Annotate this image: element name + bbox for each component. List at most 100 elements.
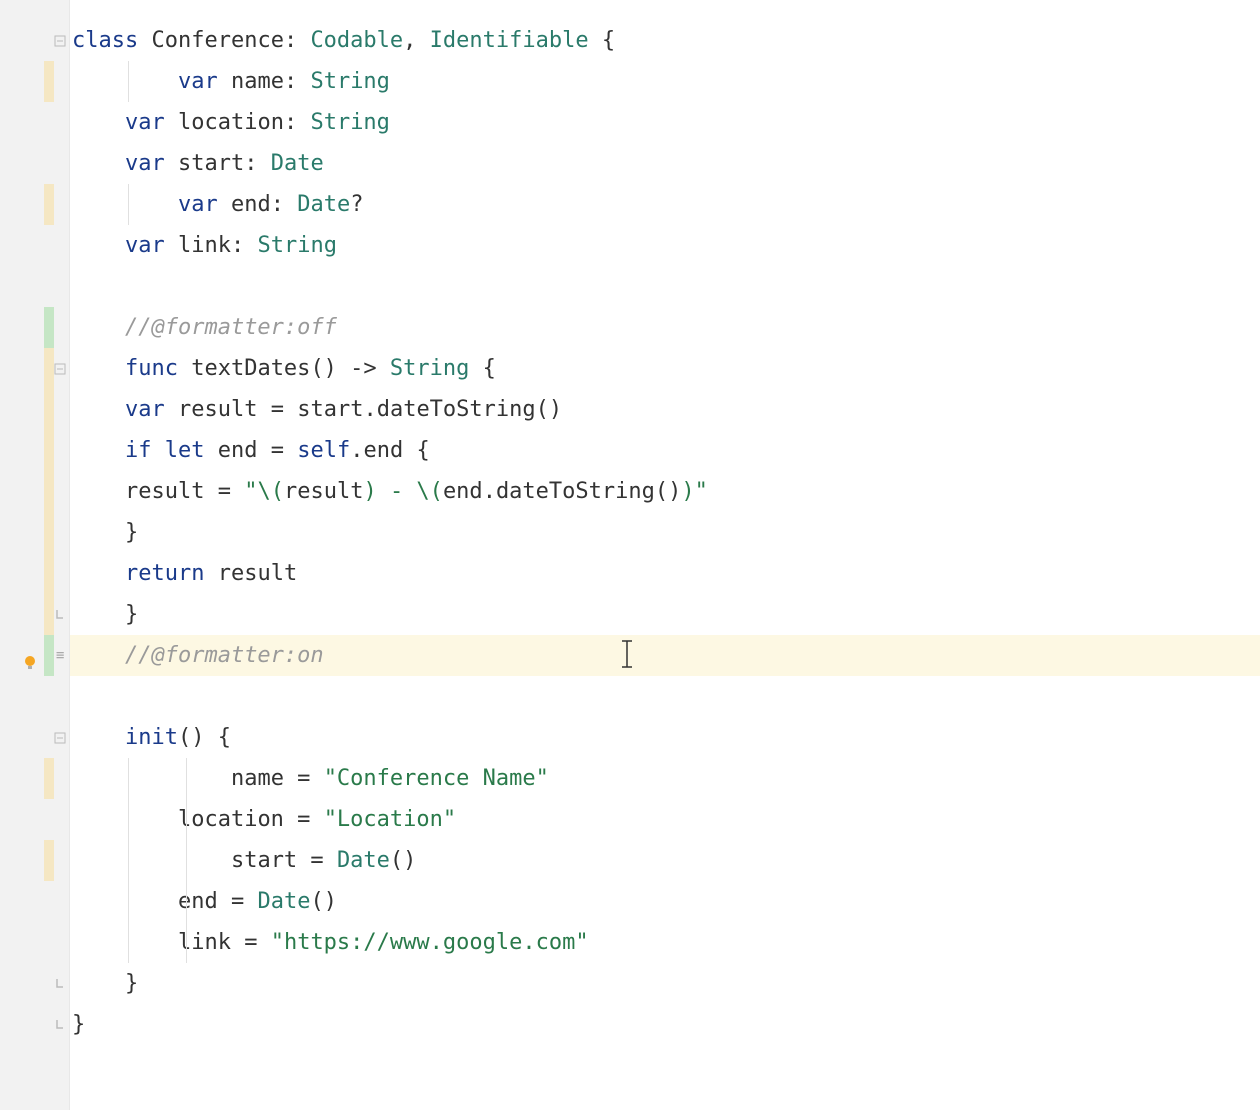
code-line[interactable]: location = "Location" — [70, 799, 1260, 840]
change-marker-green[interactable] — [44, 307, 54, 348]
token-kw: var — [178, 192, 218, 217]
intention-marker-icon: ≡ — [56, 635, 64, 676]
code-line[interactable]: } — [70, 1004, 1260, 1045]
fold-collapse-icon[interactable] — [53, 34, 67, 48]
gutter-line[interactable] — [0, 758, 69, 799]
token-func: dateToString — [377, 397, 536, 422]
gutter-line[interactable] — [0, 20, 69, 61]
token-punct: = — [257, 397, 297, 422]
gutter-line[interactable] — [0, 61, 69, 102]
lightbulb-icon[interactable] — [20, 646, 40, 666]
code-line[interactable]: return result — [70, 553, 1260, 594]
token-type: Codable — [310, 28, 403, 53]
code-line[interactable]: } — [70, 963, 1260, 1004]
token-punct: . — [350, 438, 363, 463]
gutter-line[interactable] — [0, 553, 69, 594]
code-line[interactable] — [70, 676, 1260, 717]
token-ident: name — [231, 69, 284, 94]
change-marker-yellow[interactable] — [44, 512, 54, 553]
fold-expand-icon[interactable] — [53, 977, 67, 991]
token-kw: return — [125, 561, 204, 586]
gutter-line[interactable] — [0, 430, 69, 471]
change-marker-yellow[interactable] — [44, 553, 54, 594]
code-line[interactable]: init() { — [70, 717, 1260, 758]
gutter-line[interactable] — [0, 225, 69, 266]
code-editor[interactable]: class Conference: Codable, Identifiable … — [70, 0, 1260, 1110]
token-type: Date — [337, 848, 390, 873]
gutter-line[interactable] — [0, 266, 69, 307]
code-line[interactable]: ≡ //@formatter:on — [70, 635, 1260, 676]
fold-collapse-icon[interactable] — [53, 731, 67, 745]
token-ident: result — [178, 397, 257, 422]
gutter-line[interactable] — [0, 963, 69, 1004]
token-punct: = — [204, 479, 244, 504]
editor-gutter[interactable] — [0, 0, 70, 1110]
code-line[interactable]: var name: String — [70, 61, 1260, 102]
token-ident: end — [363, 438, 403, 463]
change-marker-yellow[interactable] — [44, 389, 54, 430]
token-punct: { — [589, 28, 616, 53]
code-line[interactable]: if let end = self.end { — [70, 430, 1260, 471]
token-punct: : — [284, 28, 311, 53]
code-line-content: var link: String — [70, 233, 337, 258]
token-punct: = — [284, 807, 324, 832]
change-marker-green[interactable] — [44, 635, 54, 676]
code-line[interactable]: } — [70, 594, 1260, 635]
code-line[interactable]: func textDates() -> String { — [70, 348, 1260, 389]
token-ident: start — [297, 397, 363, 422]
token-punct — [165, 151, 178, 176]
code-line[interactable]: end = Date() — [70, 881, 1260, 922]
code-line[interactable]: link = "https://www.google.com" — [70, 922, 1260, 963]
indent-guide — [186, 881, 187, 922]
change-marker-yellow[interactable] — [44, 840, 54, 881]
gutter-line[interactable] — [0, 799, 69, 840]
code-line[interactable]: class Conference: Codable, Identifiable … — [70, 20, 1260, 61]
token-ident: result — [218, 561, 297, 586]
gutter-line[interactable] — [0, 840, 69, 881]
fold-expand-icon[interactable] — [53, 1018, 67, 1032]
code-line[interactable]: var end: Date? — [70, 184, 1260, 225]
code-line[interactable]: name = "Conference Name" — [70, 758, 1260, 799]
token-punct: () { — [178, 725, 231, 750]
change-marker-yellow[interactable] — [44, 430, 54, 471]
code-line[interactable] — [70, 266, 1260, 307]
gutter-line[interactable] — [0, 676, 69, 717]
change-marker-yellow[interactable] — [44, 758, 54, 799]
token-ident: end — [443, 479, 483, 504]
code-line[interactable]: start = Date() — [70, 840, 1260, 881]
gutter-line[interactable] — [0, 594, 69, 635]
gutter-line[interactable] — [0, 102, 69, 143]
token-str: "https://www.google.com" — [271, 930, 589, 955]
code-line-content: end = Date() — [70, 889, 337, 914]
code-line[interactable]: //@formatter:off — [70, 307, 1260, 348]
fold-expand-icon[interactable] — [53, 608, 67, 622]
token-ident: link — [178, 233, 231, 258]
change-marker-yellow[interactable] — [44, 184, 54, 225]
change-marker-yellow[interactable] — [44, 471, 54, 512]
code-line[interactable]: var start: Date — [70, 143, 1260, 184]
token-type: Identifiable — [430, 28, 589, 53]
fold-collapse-icon[interactable] — [53, 362, 67, 376]
change-marker-yellow[interactable] — [44, 61, 54, 102]
gutter-line[interactable] — [0, 143, 69, 184]
code-line-content: //@formatter:on — [70, 643, 324, 668]
gutter-line[interactable] — [0, 881, 69, 922]
code-line[interactable]: var location: String — [70, 102, 1260, 143]
code-line[interactable]: var link: String — [70, 225, 1260, 266]
gutter-line[interactable] — [0, 389, 69, 430]
token-kw: class — [72, 28, 138, 53]
code-line-content: var location: String — [70, 110, 390, 135]
gutter-line[interactable] — [0, 307, 69, 348]
token-type: Date — [271, 151, 324, 176]
indent-guide — [128, 61, 129, 102]
gutter-line[interactable] — [0, 1004, 69, 1045]
gutter-line[interactable] — [0, 184, 69, 225]
code-line[interactable]: result = "\(result) - \(end.dateToString… — [70, 471, 1260, 512]
code-line[interactable]: var result = start.dateToString() — [70, 389, 1260, 430]
code-line[interactable]: } — [70, 512, 1260, 553]
gutter-line[interactable] — [0, 922, 69, 963]
gutter-line[interactable] — [0, 717, 69, 758]
gutter-line[interactable] — [0, 512, 69, 553]
gutter-line[interactable] — [0, 471, 69, 512]
gutter-line[interactable] — [0, 348, 69, 389]
